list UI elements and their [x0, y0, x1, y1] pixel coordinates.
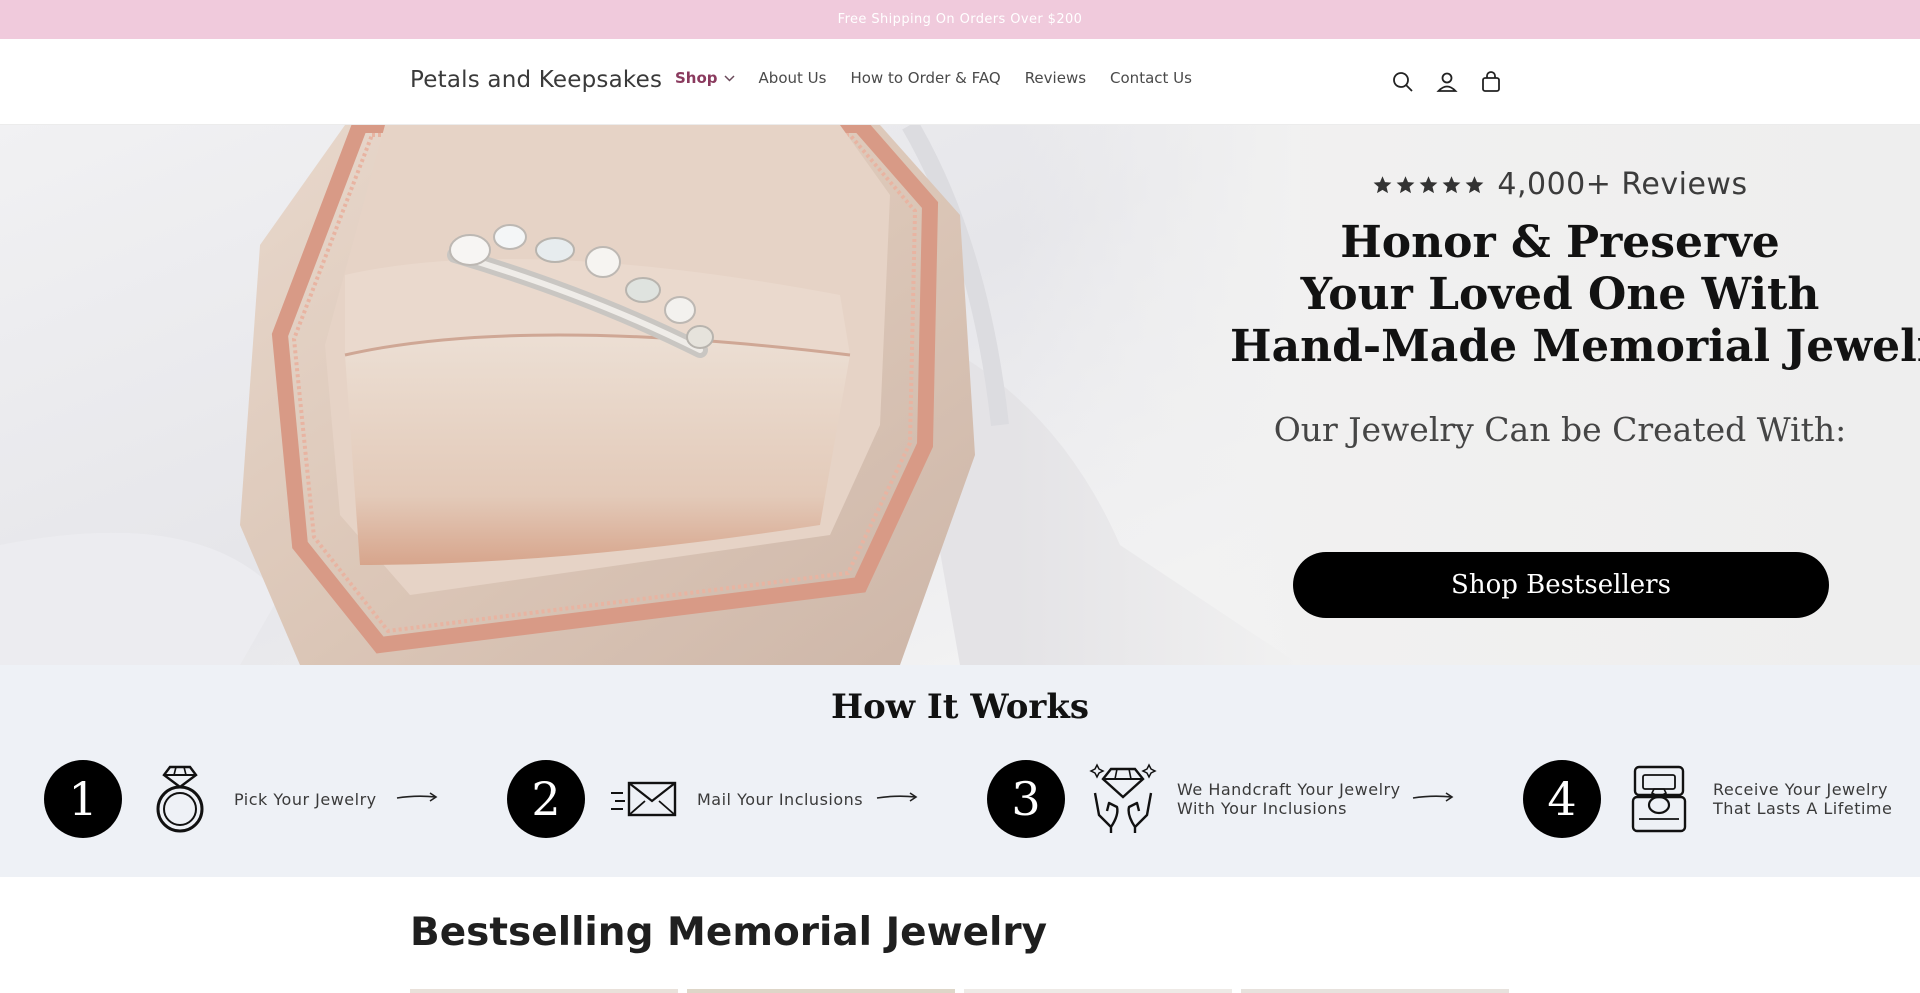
step-number: 3	[987, 760, 1065, 838]
step-3: 3 We Handcraft Your Jewelry With Your In…	[987, 760, 1401, 838]
how-it-works-section: How It Works 1 Pick Your Jewelry 2 Mail …	[0, 665, 1920, 877]
product-card[interactable]	[1241, 989, 1509, 993]
step-text-line: Mail Your Inclusions	[697, 789, 864, 809]
five-star-rating	[1372, 175, 1487, 195]
step-text: Pick Your Jewelry	[234, 790, 377, 809]
hero-subline: Our Jewelry Can be Created With:	[1273, 410, 1847, 449]
hero-headline: Honor & Preserve Your Loved One With Han…	[1230, 217, 1920, 373]
cart-icon[interactable]	[1476, 67, 1506, 97]
arrow-right-icon	[876, 792, 918, 802]
header-icons	[1388, 67, 1520, 97]
shop-bestsellers-button[interactable]: Shop Bestsellers	[1293, 552, 1829, 618]
step-text: Receive Your Jewelry That Lasts A Lifeti…	[1713, 780, 1892, 818]
arrow-right-icon	[396, 792, 438, 802]
hands-diamond-icon	[1087, 763, 1159, 835]
nav-item-about-us[interactable]: About Us	[759, 69, 827, 87]
product-card[interactable]	[964, 989, 1232, 993]
reviews-count: 4,000+ Reviews	[1497, 167, 1748, 202]
step-number: 4	[1523, 760, 1601, 838]
step-text-line: That Lasts A Lifetime	[1713, 799, 1893, 818]
ring-box-icon	[1623, 763, 1695, 835]
step-text: Mail Your Inclusions	[697, 790, 863, 809]
step-text-line: Pick Your Jewelry	[234, 789, 377, 809]
star-icon	[1373, 175, 1392, 193]
step-number: 2	[507, 760, 585, 838]
headline-line: Your Loved One With	[1300, 269, 1820, 320]
envelope-icon	[607, 763, 679, 835]
nav-item-label: Shop	[675, 69, 718, 87]
site-header: Petals and Keepsakes Shop About Us How t…	[0, 39, 1920, 125]
headline-line: Honor & Preserve	[1340, 217, 1780, 268]
announcement-text: Free Shipping On Orders Over $200	[837, 12, 1083, 27]
ring-icon	[144, 763, 216, 835]
ring-in-velvet-box-photo	[0, 125, 1300, 665]
site-logo[interactable]: Petals and Keepsakes	[410, 67, 662, 93]
step-text: We Handcraft Your Jewelry With Your Incl…	[1177, 780, 1401, 818]
star-icon	[1396, 175, 1415, 193]
reviews-rating[interactable]: 4,000+ Reviews	[1230, 167, 1890, 202]
step-text-line: With Your Inclusions	[1177, 799, 1347, 818]
product-card[interactable]	[687, 989, 955, 993]
hero-copy: 4,000+ Reviews Honor & Preserve Your Lov…	[1230, 125, 1920, 665]
bestsellers-title: Bestselling Memorial Jewelry	[410, 910, 1048, 955]
step-1: 1 Pick Your Jewelry	[44, 760, 377, 838]
bestsellers-section: Bestselling Memorial Jewelry	[0, 877, 1920, 993]
step-number: 1	[44, 760, 122, 838]
nav-item-contact-us[interactable]: Contact Us	[1110, 69, 1192, 87]
main-nav: Shop About Us How to Order & FAQ Reviews…	[675, 69, 1216, 87]
nav-item-shop[interactable]: Shop	[675, 69, 735, 87]
step-text-line: We Handcraft Your Jewelry	[1177, 780, 1401, 799]
nav-item-reviews[interactable]: Reviews	[1025, 69, 1086, 87]
star-icon	[1465, 175, 1484, 193]
headline-line: Hand-Made Memorial Jewelry	[1230, 321, 1920, 372]
chevron-down-icon	[724, 74, 735, 82]
step-4: 4 Receive Your Jewelry That Lasts A Life…	[1523, 760, 1892, 838]
product-card[interactable]	[410, 989, 678, 993]
hero-banner: 4,000+ Reviews Honor & Preserve Your Lov…	[0, 125, 1920, 665]
search-icon[interactable]	[1388, 67, 1418, 97]
step-2: 2 Mail Your Inclusions	[507, 760, 863, 838]
nav-item-how-to-order[interactable]: How to Order & FAQ	[850, 69, 1000, 87]
how-it-works-title: How It Works	[830, 687, 1090, 727]
star-icon	[1419, 175, 1438, 193]
arrow-right-icon	[1412, 792, 1454, 802]
step-text-line: Receive Your Jewelry	[1713, 780, 1888, 799]
announcement-bar: Free Shipping On Orders Over $200	[0, 0, 1920, 39]
account-icon[interactable]	[1432, 67, 1462, 97]
star-icon	[1442, 175, 1461, 193]
